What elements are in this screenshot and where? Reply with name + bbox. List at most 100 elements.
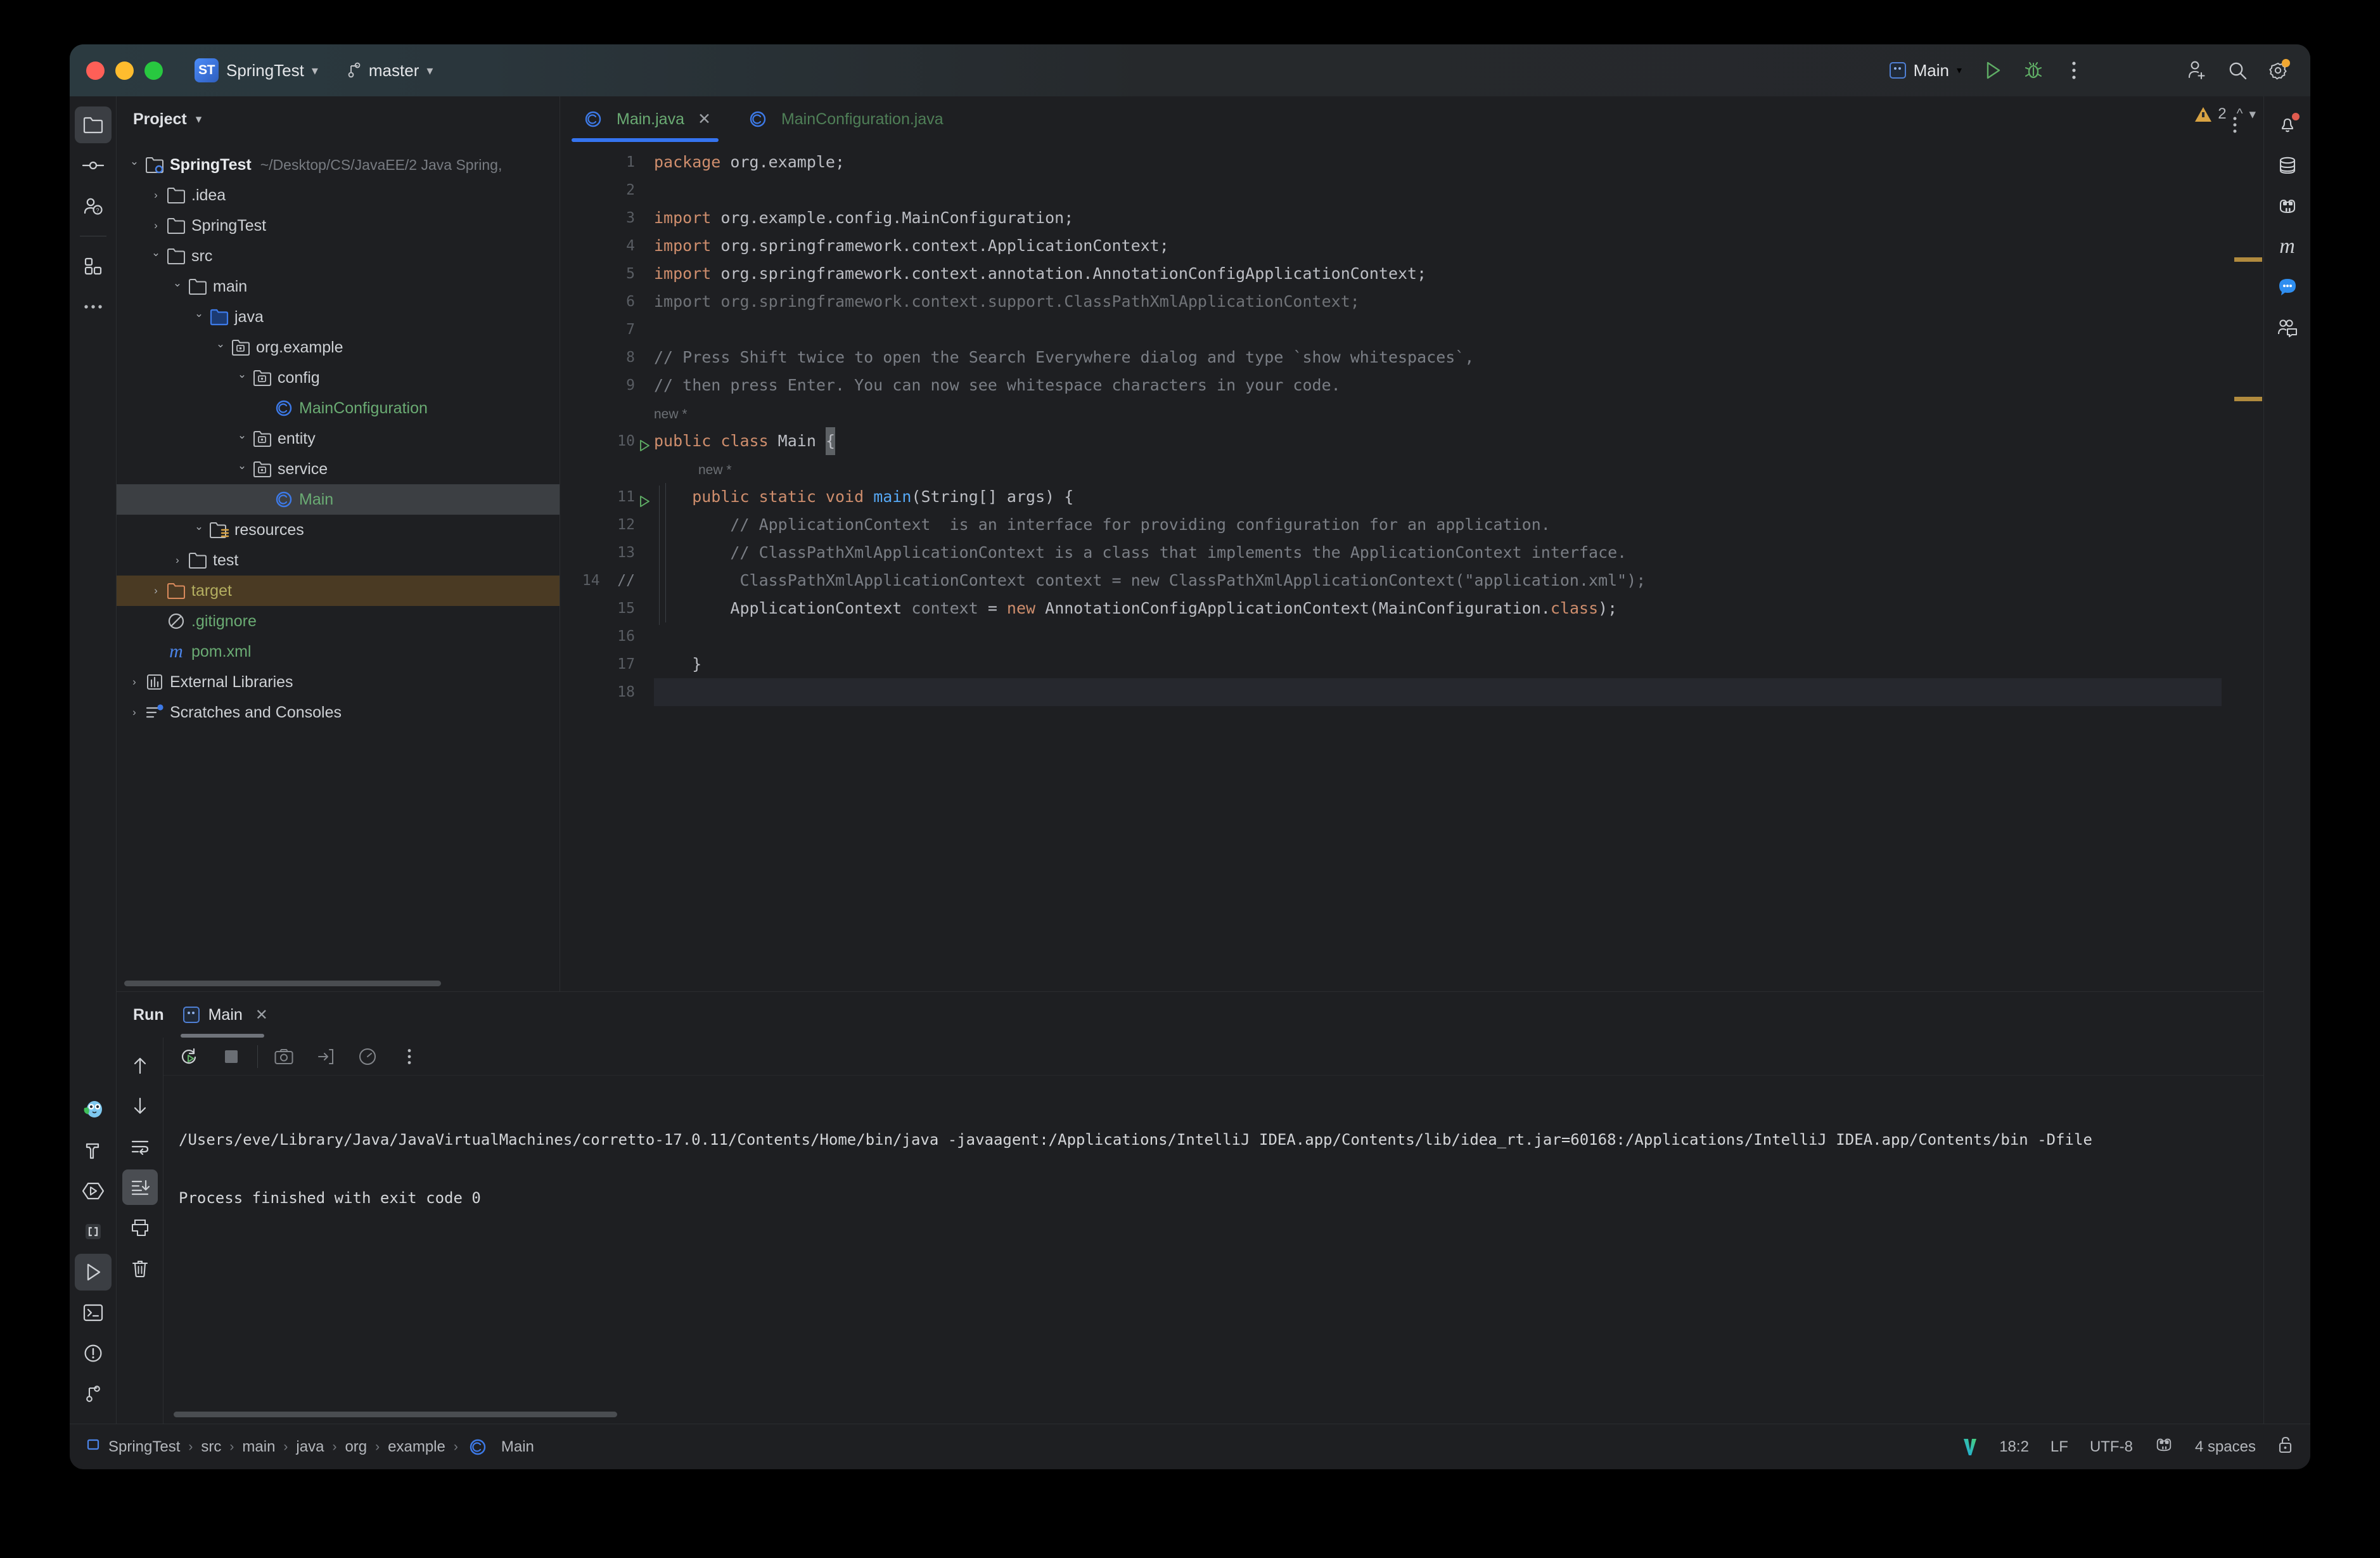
sidebar-item-more[interactable]	[75, 288, 112, 325]
editor-tab-bar[interactable]: Main.java ✕ MainConfiguration.java	[560, 96, 2263, 142]
editor-tab-main-java[interactable]: Main.java ✕	[560, 96, 725, 142]
editor-tab-mainconfiguration-java[interactable]: MainConfiguration.java	[725, 96, 957, 142]
gradle-icon[interactable]	[2154, 1436, 2173, 1458]
gutter-line[interactable]: 9	[560, 371, 654, 399]
more-run-options-button[interactable]	[393, 1041, 425, 1072]
sidebar-item-git[interactable]	[75, 1375, 112, 1412]
previous-problem-icon[interactable]: ^	[2237, 106, 2243, 122]
tree-node-java[interactable]: ⌄ java	[117, 302, 560, 332]
tree-node-main[interactable]: Main	[117, 484, 560, 515]
gutter-line[interactable]: 2	[560, 176, 654, 204]
gutter-line[interactable]: 5	[560, 260, 654, 288]
tree-node-service[interactable]: ⌄ service	[117, 454, 560, 484]
gutter-line[interactable]: 8	[560, 344, 654, 371]
inspection-widget[interactable]: 2 ^ ▾	[2195, 105, 2256, 123]
sidebar-item-build[interactable]	[75, 1132, 112, 1169]
gutter-line[interactable]	[560, 455, 654, 483]
gutter-line[interactable]: 3	[560, 204, 654, 232]
run-configuration-selector[interactable]: Main ▾	[1882, 57, 1969, 84]
tree-node-scratches-and-consoles[interactable]: › Scratches and Consoles	[117, 697, 560, 728]
caret-position-label[interactable]: 18:2	[1999, 1438, 2029, 1456]
gutter-line[interactable]: 17	[560, 650, 654, 678]
project-selector[interactable]: ST SpringTest ▾	[188, 55, 324, 86]
vim-icon[interactable]	[1962, 1438, 1978, 1457]
breadcrumb-item[interactable]: org	[345, 1438, 367, 1456]
tree-node-config[interactable]: ⌄ config	[117, 363, 560, 393]
next-problem-icon[interactable]: ▾	[2249, 106, 2256, 122]
sidebar-item-structure[interactable]	[75, 248, 112, 285]
gutter-line[interactable]: 10	[560, 427, 654, 455]
breadcrumb-item[interactable]: main	[242, 1438, 275, 1456]
chevron-right-icon[interactable]: ›	[125, 706, 143, 719]
close-icon[interactable]: ✕	[698, 110, 711, 129]
chevron-down-icon[interactable]: ⌄	[233, 429, 251, 442]
breadcrumb-item[interactable]: src	[201, 1438, 221, 1456]
close-window-button[interactable]	[86, 61, 105, 80]
chevron-down-icon[interactable]: ⌄	[147, 247, 165, 259]
more-options-button[interactable]	[2057, 53, 2091, 87]
chevron-down-icon[interactable]: ⌄	[125, 155, 143, 168]
stop-button[interactable]	[215, 1041, 247, 1072]
gutter-line[interactable]: 12	[560, 511, 654, 539]
tree-node-test[interactable]: › test	[117, 545, 560, 576]
gutter-line[interactable]	[560, 399, 654, 427]
tree-node-entity[interactable]: ⌄ entity	[117, 423, 560, 454]
inlay-hint-label[interactable]: new *	[698, 463, 732, 477]
breadcrumb-item[interactable]: SpringTest	[108, 1438, 180, 1456]
tree-node-external-libraries[interactable]: › External Libraries	[117, 667, 560, 697]
console-output[interactable]: /Users/eve/Library/Java/JavaVirtualMachi…	[163, 1076, 2263, 1424]
error-stripe-mark[interactable]	[2234, 397, 2262, 401]
sidebar-item-maven[interactable]: m	[2269, 228, 2306, 265]
sidebar-item-run-anything[interactable]	[75, 1173, 112, 1209]
run-side-toolbar[interactable]	[117, 1038, 163, 1424]
indent-label[interactable]: 4 spaces	[2195, 1438, 2256, 1456]
code-editor[interactable]: 1 2 3 4 5 6 7 8 9 10 11 12 13 14 //15 16 17 18 package o…	[560, 142, 2263, 991]
gutter-line[interactable]: 14 //	[560, 567, 654, 595]
error-stripe-mark[interactable]	[2234, 257, 2262, 262]
up-button[interactable]	[122, 1048, 158, 1083]
sidebar-item-commit[interactable]	[75, 147, 112, 184]
chevron-right-icon[interactable]: ›	[169, 554, 186, 567]
sidebar-item-project[interactable]	[74, 106, 112, 143]
chevron-down-icon[interactable]: ⌄	[169, 277, 186, 290]
tree-node-org-example[interactable]: ⌄ org.example	[117, 332, 560, 363]
screenshot-button[interactable]	[268, 1041, 300, 1072]
project-panel-header[interactable]: Project ▾	[117, 96, 560, 142]
add-user-button[interactable]	[2180, 53, 2214, 87]
tree-node-springtest[interactable]: › SpringTest	[117, 210, 560, 241]
sidebar-item-plugin[interactable]	[75, 1091, 112, 1128]
sidebar-item-code-with-me[interactable]	[2269, 309, 2306, 346]
gutter-line[interactable]: 7	[560, 316, 654, 344]
editor-error-stripe[interactable]	[2222, 188, 2263, 991]
chevron-down-icon[interactable]: ⌄	[190, 520, 208, 533]
editor-gutter[interactable]: 1 2 3 4 5 6 7 8 9 10 11 12 13 14 //15 16 17 18	[560, 142, 654, 991]
sidebar-item-ai-assistant[interactable]	[2269, 269, 2306, 306]
window-controls[interactable]	[86, 61, 163, 80]
search-button[interactable]	[2220, 53, 2255, 87]
maximize-window-button[interactable]	[144, 61, 163, 80]
soft-wrap-button[interactable]	[122, 1129, 158, 1164]
chevron-right-icon[interactable]: ›	[147, 219, 165, 232]
breadcrumb-item[interactable]: example	[388, 1438, 445, 1456]
down-button[interactable]	[122, 1088, 158, 1124]
print-button[interactable]	[122, 1210, 158, 1246]
tree-node-springtest[interactable]: ⌄ SpringTest ~/Desktop/CS/JavaEE/2 Java Sp…	[117, 150, 560, 180]
gutter-line[interactable]: 13	[560, 539, 654, 567]
tree-node-src[interactable]: ⌄ src	[117, 241, 560, 271]
sidebar-item-problems[interactable]	[75, 1335, 112, 1372]
chevron-down-icon[interactable]: ⌄	[190, 307, 208, 320]
sidebar-item-terminal[interactable]	[75, 1294, 112, 1331]
scroll-to-end-button[interactable]	[122, 1169, 158, 1205]
run-tab-main[interactable]: Main ✕	[180, 992, 273, 1038]
gutter-line[interactable]: 11	[560, 483, 654, 511]
console-hscrollbar[interactable]	[174, 1412, 617, 1417]
run-button[interactable]	[1976, 53, 2010, 87]
chevron-down-icon[interactable]: ⌄	[233, 368, 251, 381]
gutter-line[interactable]: 6	[560, 288, 654, 316]
gutter-line[interactable]: 15	[560, 595, 654, 622]
clear-all-button[interactable]	[122, 1251, 158, 1286]
tree-node--idea[interactable]: › .idea	[117, 180, 560, 210]
console-top-toolbar[interactable]	[163, 1038, 2263, 1076]
settings-button[interactable]	[2261, 53, 2295, 87]
gutter-line[interactable]: 16	[560, 622, 654, 650]
